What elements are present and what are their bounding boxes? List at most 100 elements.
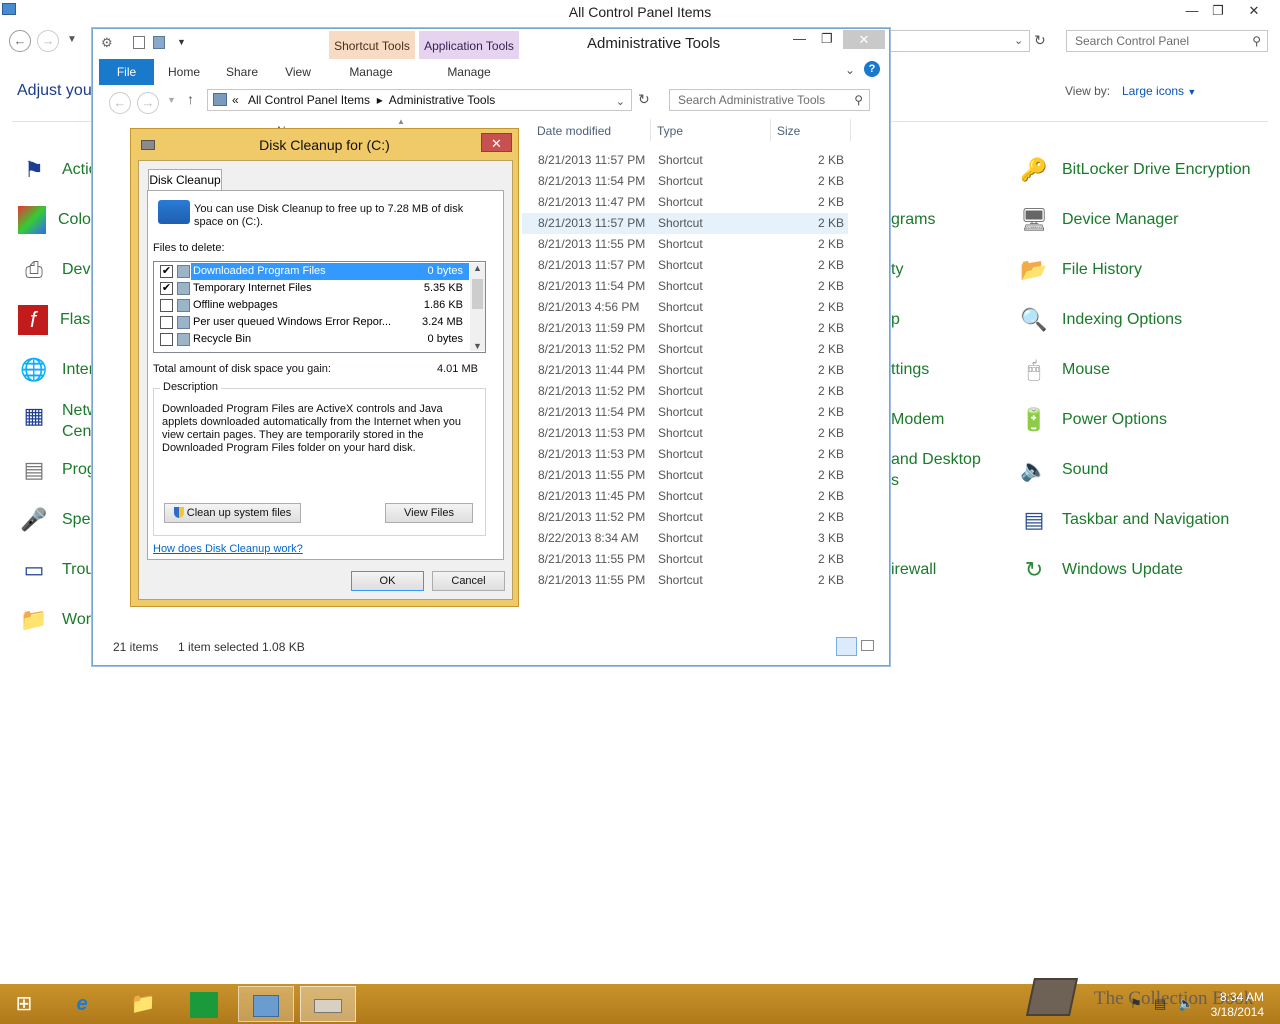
cp-forward-button[interactable]: →: [37, 30, 59, 52]
help-link[interactable]: How does Disk Cleanup work?: [153, 543, 303, 555]
explorer-close-button[interactable]: ✕: [843, 30, 885, 49]
breadcrumb-item[interactable]: Administrative Tools: [389, 93, 496, 107]
cp-item-mid-p[interactable]: p: [891, 311, 900, 329]
cp-item-programs[interactable]: ▤ Prog: [18, 450, 96, 490]
scroll-up-icon[interactable]: ▲: [473, 263, 482, 273]
list-item[interactable]: Per user queued Windows Error Repor... 3.…: [155, 314, 469, 331]
table-row[interactable]: 8/21/2013 11:54 PM Shortcut 2 KB: [522, 276, 848, 297]
chevron-down-icon[interactable]: ⌄: [1014, 34, 1023, 47]
tab-home[interactable]: Home: [163, 59, 205, 85]
properties-icon[interactable]: [133, 36, 145, 49]
context-tab-shortcut-tools[interactable]: Shortcut Tools: [329, 31, 415, 59]
cp-item-work-folders[interactable]: 📁 Wor: [18, 600, 91, 640]
table-row[interactable]: 8/21/2013 11:55 PM Shortcut 2 KB: [522, 570, 848, 591]
tab-manage-application[interactable]: Manage: [441, 59, 497, 85]
cp-address-tail[interactable]: ⌄: [888, 30, 1030, 52]
explorer-maximize-button[interactable]: ❐: [821, 31, 833, 47]
table-row[interactable]: 8/21/2013 11:45 PM Shortcut 2 KB: [522, 486, 848, 507]
cp-refresh-icon[interactable]: ↻: [1034, 32, 1046, 49]
column-header-type[interactable]: Type: [657, 124, 683, 138]
up-arrow-icon[interactable]: ↑: [187, 91, 194, 107]
explorer-back-button[interactable]: ←: [109, 92, 131, 114]
table-row[interactable]: 8/22/2013 8:34 AM Shortcut 3 KB: [522, 528, 848, 549]
cp-recent-dropdown-icon[interactable]: ▼: [67, 34, 77, 45]
column-header-date[interactable]: Date modified: [537, 124, 611, 138]
cp-item-devices[interactable]: ⎙ Devi: [18, 250, 94, 290]
files-list[interactable]: ✔ Downloaded Program Files 0 bytes ✔ Tempora…: [153, 261, 486, 353]
explorer-search-input[interactable]: Search Administrative Tools ⚲: [669, 89, 870, 111]
table-row[interactable]: 8/21/2013 11:57 PM Shortcut 2 KB: [522, 213, 848, 234]
cp-item-mouse[interactable]: 🖱 Mouse: [1018, 350, 1110, 390]
cp-item-internet[interactable]: 🌐 Inter: [18, 350, 94, 390]
cp-item-power[interactable]: 🔋 Power Options: [1018, 400, 1167, 440]
table-row[interactable]: 8/21/2013 11:54 PM Shortcut 2 KB: [522, 402, 848, 423]
ok-button[interactable]: OK: [351, 571, 424, 591]
cp-minimize-button[interactable]: —: [1178, 0, 1206, 22]
clock[interactable]: 8:34 AM 3/18/2014: [1206, 990, 1264, 1020]
disk-cleanup-taskbar-icon[interactable]: [300, 986, 356, 1022]
tab-manage-shortcut[interactable]: Manage: [343, 59, 399, 85]
explorer-address-bar[interactable]: « All Control Panel Items ▸ Administrati…: [207, 89, 632, 111]
chevron-down-icon[interactable]: ⌄: [616, 92, 625, 112]
table-row[interactable]: 8/21/2013 11:55 PM Shortcut 2 KB: [522, 234, 848, 255]
list-item[interactable]: ✔ Downloaded Program Files 0 bytes: [155, 263, 469, 280]
cp-item-troubleshooting[interactable]: ▭ Trou: [18, 550, 95, 590]
cp-item-mid-desktop[interactable]: and Desktop: [891, 451, 981, 469]
cp-item-flash[interactable]: f Flash: [18, 300, 99, 340]
tray-volume-icon[interactable]: 🔈: [1178, 996, 1194, 1012]
table-row[interactable]: 8/21/2013 11:55 PM Shortcut 2 KB: [522, 549, 848, 570]
context-tab-application-tools[interactable]: Application Tools: [419, 31, 519, 59]
file-explorer-icon[interactable]: 📁: [115, 986, 171, 1022]
list-item[interactable]: Offline webpages 1.86 KB: [155, 297, 469, 314]
cp-search-input[interactable]: Search Control Panel ⚲: [1066, 30, 1268, 52]
cp-item-mid-firewall[interactable]: irewall: [891, 561, 936, 579]
table-row[interactable]: 8/21/2013 11:52 PM Shortcut 2 KB: [522, 339, 848, 360]
cp-item-mid-modem[interactable]: Modem: [891, 411, 944, 429]
tray-network-icon[interactable]: ▤: [1154, 996, 1166, 1012]
table-row[interactable]: 8/21/2013 4:56 PM Shortcut 2 KB: [522, 297, 848, 318]
view-files-button[interactable]: View Files: [385, 503, 473, 523]
tab-view[interactable]: View: [279, 59, 317, 85]
table-row[interactable]: 8/21/2013 11:52 PM Shortcut 2 KB: [522, 507, 848, 528]
cp-item-mid-programs[interactable]: grams: [891, 211, 935, 229]
checkbox[interactable]: [160, 333, 173, 346]
column-header-size[interactable]: Size: [777, 124, 800, 138]
cp-item-sound[interactable]: 🔈 Sound: [1018, 450, 1108, 490]
cp-item-file-history[interactable]: 📂 File History: [1018, 250, 1142, 290]
table-row[interactable]: 8/21/2013 11:59 PM Shortcut 2 KB: [522, 318, 848, 339]
tab-share[interactable]: Share: [221, 59, 263, 85]
list-item[interactable]: Recycle Bin 0 bytes: [155, 331, 469, 348]
table-row[interactable]: 8/21/2013 11:52 PM Shortcut 2 KB: [522, 381, 848, 402]
table-row[interactable]: 8/21/2013 11:44 PM Shortcut 2 KB: [522, 360, 848, 381]
table-row[interactable]: 8/21/2013 11:54 PM Shortcut 2 KB: [522, 171, 848, 192]
cp-item-mid-ty[interactable]: ty: [891, 261, 903, 279]
tab-file[interactable]: File: [99, 59, 154, 85]
vertical-scrollbar[interactable]: ▲ ▼: [470, 263, 485, 351]
table-row[interactable]: 8/21/2013 11:55 PM Shortcut 2 KB: [522, 465, 848, 486]
new-folder-icon[interactable]: [153, 36, 165, 49]
internet-explorer-icon[interactable]: e: [54, 986, 110, 1022]
cp-item-device-manager[interactable]: 🖥 Device Manager: [1018, 200, 1178, 240]
clean-up-system-files-button[interactable]: Clean up system files: [164, 503, 301, 523]
checkbox[interactable]: ✔: [160, 265, 173, 278]
help-icon[interactable]: ?: [864, 61, 880, 77]
cp-close-button[interactable]: ✕: [1240, 0, 1268, 22]
large-icons-view-icon[interactable]: [861, 640, 874, 651]
explorer-minimize-button[interactable]: —: [793, 31, 806, 46]
cp-item-mid-s[interactable]: s: [891, 472, 899, 490]
cp-maximize-button[interactable]: ❐: [1204, 0, 1232, 22]
cancel-button[interactable]: Cancel: [432, 571, 505, 591]
details-view-icon[interactable]: [836, 637, 857, 656]
tab-disk-cleanup[interactable]: Disk Cleanup: [148, 169, 222, 191]
gear-icon[interactable]: ⚙: [101, 35, 113, 51]
dialog-close-button[interactable]: ✕: [481, 133, 512, 152]
table-row[interactable]: 8/21/2013 11:57 PM Shortcut 2 KB: [522, 150, 848, 171]
scroll-thumb[interactable]: [472, 279, 483, 309]
list-item[interactable]: ✔ Temporary Internet Files 5.35 KB: [155, 280, 469, 297]
view-by-dropdown[interactable]: Large icons ▼: [1122, 84, 1196, 98]
cp-item-color[interactable]: Colo: [18, 200, 91, 240]
search-icon[interactable]: ⚲: [854, 90, 863, 110]
scroll-down-icon[interactable]: ▼: [473, 341, 482, 351]
table-row[interactable]: 8/21/2013 11:53 PM Shortcut 2 KB: [522, 423, 848, 444]
cp-item-bitlocker[interactable]: 🔑 BitLocker Drive Encryption: [1018, 150, 1250, 190]
